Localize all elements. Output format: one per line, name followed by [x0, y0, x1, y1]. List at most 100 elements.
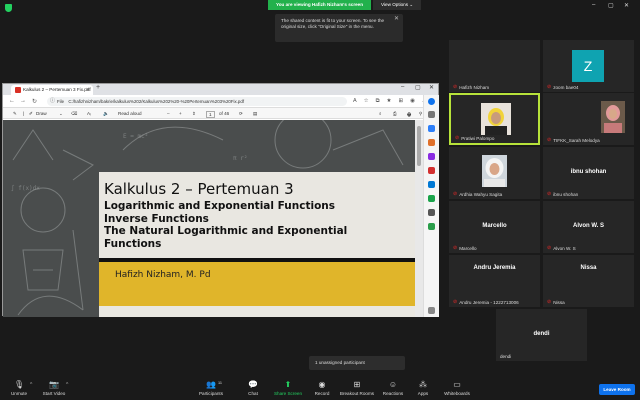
drop-icon[interactable] [428, 195, 435, 202]
participant-name-text: TIFKK_Sarah Melodya [553, 137, 600, 143]
share-screen-icon: ⬆ [284, 380, 292, 389]
minimize-icon[interactable]: – [592, 2, 595, 8]
browser-minimize-icon[interactable]: – [401, 84, 404, 90]
unassigned-participant-notice[interactable]: 1 unassigned participant [309, 356, 405, 370]
muted-mic-icon: ⊘ [453, 84, 458, 90]
read-aloud-button[interactable]: Read aloud [118, 111, 142, 116]
chat-button[interactable]: 💬 Chat [243, 380, 263, 396]
address-bar: ← → ↻ ⓘ File C:/hafizhnizham/bakrie/kalk… [3, 95, 438, 108]
participant-name: ⊘ Marcello [453, 245, 477, 251]
participant-name: ⊘ Pratiwi Palompo [455, 135, 494, 141]
pdf-scrollbar[interactable] [415, 120, 423, 317]
search-icon[interactable]: ⌕ [379, 111, 382, 116]
participant-center-label: dendi [533, 331, 550, 337]
avatar: Z [572, 50, 604, 82]
bing-icon[interactable] [428, 98, 435, 105]
zoom-window: You are viewing Hafizh Nizham's screen V… [0, 0, 640, 400]
search-icon[interactable] [428, 111, 435, 118]
print-icon[interactable]: 🖶 [407, 111, 411, 119]
video-tile-active-speaker[interactable]: ⊘ Pratiwi Palompo [449, 93, 540, 145]
page-view-icon[interactable]: ▤ [253, 111, 257, 117]
fit-page-icon[interactable]: ⇕ [192, 111, 196, 117]
collections-icon[interactable]: ⊞ [398, 98, 403, 105]
games-icon[interactable] [428, 153, 435, 160]
browser-maximize-icon[interactable]: ▢ [415, 84, 421, 91]
read-aloud-icon[interactable]: 🔈 [103, 111, 109, 117]
back-icon[interactable]: ← [9, 98, 15, 104]
maximize-icon[interactable]: ▢ [608, 2, 614, 9]
leave-room-button[interactable]: Leave Room [599, 384, 635, 395]
favorite-star-icon[interactable]: ☆ [364, 98, 369, 105]
tree-icon[interactable] [428, 223, 435, 230]
close-tab-icon[interactable]: ✕ [86, 85, 90, 95]
pdf-viewer[interactable]: E = mc² ∫ f(x)dx π r² Kalkulus 2 – Perte… [3, 120, 415, 317]
text-icon[interactable]: Aᵢ [87, 111, 91, 116]
video-tile[interactable]: ⊘ TIFKK_Sarah Melodya [543, 93, 634, 145]
participants-icon: 👥 11 [206, 380, 222, 389]
video-tile[interactable]: Nissa ⊘ Nissa [543, 255, 634, 307]
participant-name: ⊘ ibnu shohan [547, 191, 578, 197]
chevron-up-icon[interactable]: ^ [66, 382, 68, 388]
extensions-icon[interactable]: ⧉ [376, 98, 380, 105]
draw-button[interactable]: Draw [36, 111, 47, 116]
zoom-in-icon[interactable]: + [179, 111, 182, 116]
read-aloud-icon[interactable]: A [353, 98, 357, 105]
chevron-up-icon[interactable]: ^ [30, 382, 32, 388]
tag-icon[interactable] [428, 125, 435, 132]
pin-icon[interactable]: ⚲ [419, 111, 422, 117]
settings-icon[interactable] [428, 307, 435, 314]
page-number-input[interactable]: 1 [206, 111, 215, 118]
whiteboards-button[interactable]: ▭ Whiteboards [441, 380, 473, 396]
record-button[interactable]: ◉ Record [311, 380, 333, 396]
video-tile[interactable]: ⊘ Hafizh Nizham [449, 40, 540, 92]
participant-name: ⊘ Hafizh Nizham [453, 84, 489, 90]
security-shield-icon[interactable] [5, 4, 12, 12]
pdf-icon [15, 87, 21, 93]
share-screen-button[interactable]: ⬆ Share Screen [273, 380, 303, 396]
muted-mic-icon: 🎙 [14, 380, 25, 389]
save-icon[interactable]: ⎙ [393, 111, 397, 116]
video-tile[interactable]: dendi dendi [496, 309, 587, 361]
video-tile[interactable]: Andru Jeremia ⊘ Andru Jeremia - 122271300… [449, 255, 540, 307]
forward-icon[interactable]: → [20, 98, 26, 104]
participants-button[interactable]: 👥 11 Participants [196, 380, 226, 396]
browser-close-icon[interactable]: ✕ [429, 84, 434, 91]
zoom-out-icon[interactable]: – [167, 111, 170, 116]
profile-icon[interactable]: ◉ [410, 98, 415, 105]
chalk-formula-1: E = mc² [123, 133, 148, 140]
office-icon[interactable] [428, 167, 435, 174]
highlight-icon[interactable]: ✎ [13, 111, 17, 117]
participant-name-text: Alvon W. S [553, 245, 576, 251]
reactions-button[interactable]: ☺ Reactions [380, 380, 406, 396]
avatar [482, 155, 507, 187]
chevron-down-icon[interactable]: ⌄ [59, 111, 63, 117]
video-tile[interactable]: Z ⊘ zoom bae04 [543, 40, 634, 92]
view-options-button[interactable]: View Options ⌄ [373, 0, 422, 10]
close-tooltip-icon[interactable]: ✕ [394, 16, 399, 22]
new-tab-icon[interactable]: + [96, 84, 100, 91]
reactions-label: Reactions [382, 391, 404, 396]
draw-icon[interactable]: ✐ [29, 111, 33, 117]
video-tile[interactable]: Alvon W. S ⊘ Alvon W. S [543, 201, 634, 253]
breakout-rooms-button[interactable]: ⊞ Breakout Rooms [338, 380, 376, 396]
unmute-button[interactable]: 🎙 Unmute [6, 380, 32, 396]
refresh-icon[interactable]: ↻ [32, 98, 37, 105]
rotate-icon[interactable]: ⟳ [239, 111, 243, 117]
tools-icon[interactable] [428, 139, 435, 146]
url-field[interactable]: ⓘ File C:/hafizhnizham/bakrie/kalkulus%2… [47, 97, 347, 106]
muted-mic-icon: ⊘ [547, 191, 552, 197]
video-tile[interactable]: ibnu shohan ⊘ ibnu shohan [543, 147, 634, 199]
scrollbar-thumb[interactable] [417, 126, 421, 166]
chat-label: Chat [248, 391, 258, 396]
eraser-icon[interactable]: ⌫ [71, 111, 78, 117]
favorites-icon[interactable]: ★ [387, 98, 392, 105]
add-icon[interactable] [428, 209, 435, 216]
viewing-banner-text: You are viewing Hafizh Nizham's screen [268, 0, 372, 10]
browser-tab-pdf[interactable]: Kalkulus 2 – Pertemuan 3 Fix.pdf ✕ [11, 85, 93, 95]
apps-button[interactable]: ⁂ Apps [415, 380, 431, 396]
close-window-icon[interactable]: ✕ [624, 2, 629, 9]
video-tile[interactable]: ⊘ Ardhia Wahyu Sagita [449, 147, 540, 199]
video-tile[interactable]: Marcello ⊘ Marcello [449, 201, 540, 253]
participant-name-text: Hafizh Nizham [459, 84, 490, 90]
outlook-icon[interactable] [428, 181, 435, 188]
